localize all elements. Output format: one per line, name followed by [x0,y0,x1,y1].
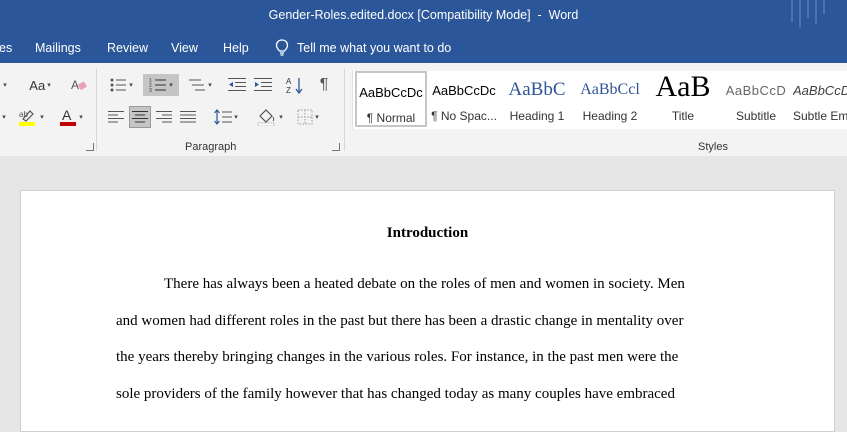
paragraph-group-label: Paragraph [185,141,237,153]
clear-formatting-icon[interactable]: A [68,74,90,96]
style-sample: AaBbCcDc [359,85,423,100]
svg-text:A: A [71,78,79,92]
style-heading-2[interactable]: AaBbCcl Heading 2 [574,71,646,127]
increase-indent-icon[interactable] [252,74,274,96]
bullets-icon [110,78,127,92]
document-canvas[interactable]: Introduction There has always been a hea… [0,156,847,432]
multilevel-list-button[interactable]: ▾ [183,74,217,96]
paragraph-line: sole providers of the family however tha… [116,386,675,402]
show-formatting-marks-icon[interactable]: ¶ [313,74,335,96]
style-sample: AaBbC [508,79,566,100]
style-name: Heading 2 [582,109,638,123]
styles-group-label: Styles [698,141,728,153]
style-sample: AaBbCcD [793,83,847,98]
style-sample: AaBbCcD [725,83,787,98]
numbering-icon: 123 [149,78,167,93]
document-heading: Introduction [386,225,469,241]
style-name: Subtle Em... [793,109,847,123]
styles-gallery: AaBbCcDc ¶ Normal AaBbCcDc ¶ No Spac... … [352,70,847,129]
style-no-spacing[interactable]: AaBbCcDc ¶ No Spac... [428,71,500,127]
highlight-color-button[interactable]: ab ▾ [14,106,48,128]
style-name: Heading 1 [509,109,565,123]
justify-icon[interactable] [177,106,199,128]
title-bar: Gender-Roles.edited.docx [Compatibility … [0,0,847,33]
style-name: ¶ No Spac... [431,109,497,123]
ribbon: ▾ Aa ▾ A ▾ ab ▾ A ▾ ▾ 123 ▾ ▾ AZ ¶ ▾ ▾ ▾… [0,63,847,157]
style-subtle-emphasis[interactable]: AaBbCcD Subtle Em... [790,71,847,127]
paragraph-line: and women had different roles in the pas… [116,313,684,329]
style-title[interactable]: AaB Title [647,70,719,127]
style-name: Title [671,109,695,123]
borders-icon [297,109,313,125]
style-sample: AaBbCcl [580,81,640,98]
align-center-icon[interactable] [129,106,151,128]
numbering-button[interactable]: 123 ▾ [143,74,179,96]
change-case-button[interactable]: Aa ▾ [24,74,56,96]
decrease-indent-icon[interactable] [226,74,248,96]
style-name: ¶ Normal [366,111,416,125]
paragraph-dialog-launcher[interactable] [332,143,340,151]
style-normal[interactable]: AaBbCcDc ¶ Normal [355,71,427,127]
tab-mailings[interactable]: Mailings [35,41,81,55]
font-color-icon: A [60,108,77,126]
tab-references[interactable]: es [0,41,12,55]
tab-help[interactable]: Help [223,41,249,55]
shading-button[interactable]: ▾ [253,106,287,128]
style-subtitle[interactable]: AaBbCcD Subtitle [720,71,792,127]
style-name: Subtitle [735,109,777,123]
line-spacing-icon [214,109,233,125]
style-sample: AaBbCcDc [432,83,496,98]
svg-text:Z: Z [286,86,291,94]
text-effects-dropdown[interactable]: ▾ [0,106,8,128]
bullets-button[interactable]: ▾ [104,74,138,96]
document-page[interactable]: Introduction There has always been a hea… [20,190,835,432]
font-color-button[interactable]: A ▾ [54,106,88,128]
svg-text:3: 3 [149,88,152,93]
group-separator [96,69,97,151]
paragraph-line: There has always been a heated debate on… [164,276,685,292]
align-right-icon[interactable] [153,106,175,128]
tell-me-box[interactable]: Tell me what you want to do [275,39,451,56]
align-left-icon[interactable] [105,106,127,128]
font-size-dropdown[interactable]: ▾ [0,74,10,96]
tell-me-text: Tell me what you want to do [297,40,452,55]
paint-bucket-icon [257,109,275,126]
decorative-pattern [791,0,825,28]
line-spacing-button[interactable]: ▾ [209,106,243,128]
sort-icon[interactable]: AZ [284,74,306,96]
lightbulb-icon [275,39,289,56]
style-heading-1[interactable]: AaBbC Heading 1 [501,71,573,127]
highlighter-icon: ab [19,110,36,126]
borders-button[interactable]: ▾ [292,106,324,128]
svg-text:A: A [286,77,292,86]
group-separator [344,69,345,151]
paragraph-line: the years thereby bringing changes in th… [116,349,679,365]
svg-text:A: A [62,108,72,123]
window-title: Gender-Roles.edited.docx [Compatibility … [268,8,579,22]
svg-text:ab: ab [19,110,28,119]
tab-view[interactable]: View [171,41,198,55]
change-case-label: Aa [29,77,46,93]
ribbon-tabs: es Mailings Review View Help Tell me wha… [0,33,847,63]
tab-review[interactable]: Review [107,41,148,55]
multilevel-list-icon [189,79,206,91]
style-sample: AaB [655,70,711,103]
font-dialog-launcher[interactable] [86,143,94,151]
